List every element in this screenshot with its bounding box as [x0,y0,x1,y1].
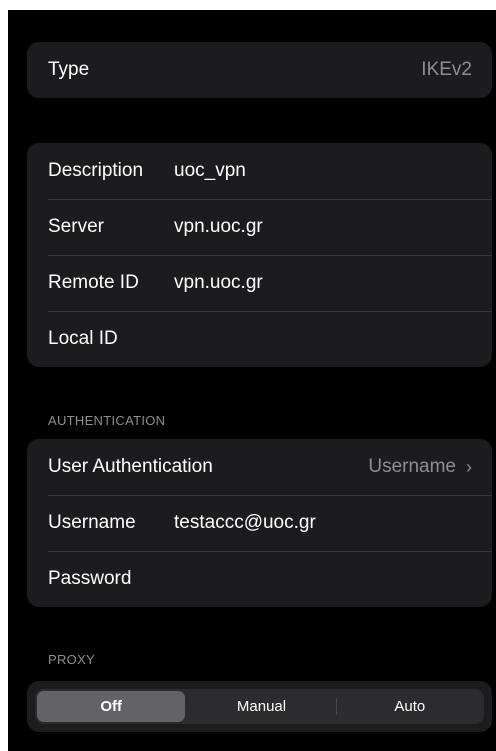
proxy-option-off[interactable]: Off [37,691,186,722]
password-row[interactable]: Password [27,551,492,607]
description-label: Description [48,160,144,181]
proxy-control-container: Off Manual Auto [27,681,492,732]
username-field[interactable]: testaccc@uoc.gr [174,512,316,534]
authentication-group: User Authentication Username › Username … [27,439,492,607]
user-authentication-value: Username [368,456,456,477]
proxy-segmented-control: Off Manual Auto [35,689,484,724]
type-value: IKEv2 [421,59,472,80]
type-row[interactable]: Type IKEv2 [27,42,492,98]
remote-id-label: Remote ID [48,272,139,293]
local-id-label: Local ID [48,328,118,349]
type-label: Type [48,59,90,80]
user-authentication-row[interactable]: User Authentication Username › [27,439,492,495]
description-row[interactable]: Description uoc_vpn [27,143,492,199]
user-authentication-label: User Authentication [48,456,213,477]
proxy-option-manual[interactable]: Manual [187,689,335,724]
server-row[interactable]: Server vpn.uoc.gr [27,199,492,255]
proxy-option-auto[interactable]: Auto [335,689,484,724]
server-field[interactable]: vpn.uoc.gr [174,216,263,238]
description-field[interactable]: uoc_vpn [174,160,246,182]
server-label: Server [48,216,104,237]
username-label: Username [48,512,136,533]
proxy-header: PROXY [48,652,96,667]
type-group: Type IKEv2 [27,42,492,98]
remote-id-field[interactable]: vpn.uoc.gr [174,272,263,294]
local-id-row[interactable]: Local ID [27,311,492,367]
password-label: Password [48,568,132,589]
remote-id-row[interactable]: Remote ID vpn.uoc.gr [27,255,492,311]
username-row[interactable]: Username testaccc@uoc.gr [27,495,492,551]
chevron-right-icon: › [466,456,472,477]
vpn-settings-screen: Type IKEv2 Description uoc_vpn Server vp… [8,10,496,751]
authentication-header: AUTHENTICATION [48,413,166,428]
connection-group: Description uoc_vpn Server vpn.uoc.gr Re… [27,143,492,367]
